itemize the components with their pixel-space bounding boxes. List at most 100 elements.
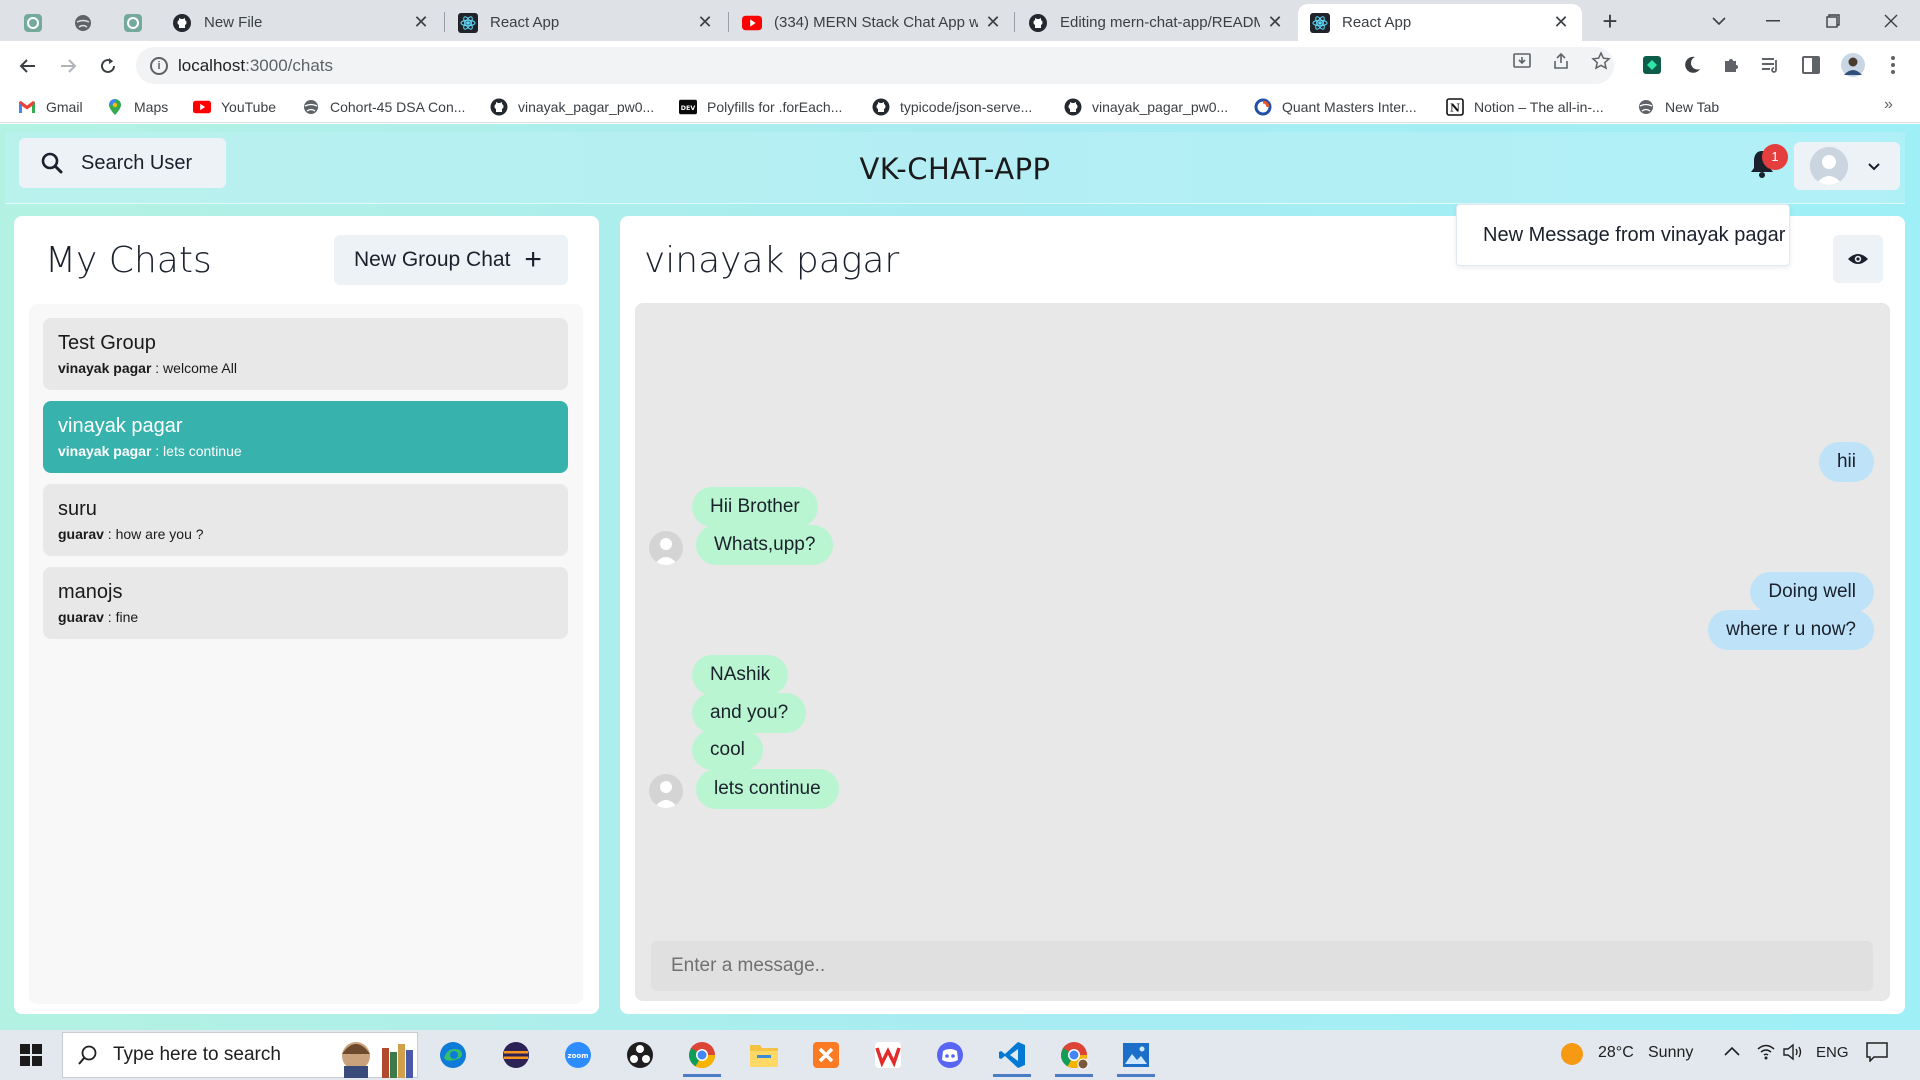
- bookmark-gmail[interactable]: Gmail: [18, 96, 83, 118]
- back-arrow-icon[interactable]: [12, 50, 44, 82]
- tab-pinned-globe[interactable]: [58, 4, 108, 41]
- close-icon[interactable]: ✕: [696, 12, 714, 33]
- search-highlight-image: [330, 1032, 418, 1078]
- tab-separator: [1014, 12, 1015, 32]
- vscode-icon[interactable]: [987, 1033, 1037, 1077]
- profile-avatar-icon[interactable]: [1840, 52, 1866, 78]
- youtube-icon: [742, 13, 762, 33]
- input-language[interactable]: ENG: [1816, 1044, 1849, 1061]
- tray-chevron-up-icon[interactable]: [1724, 1042, 1740, 1067]
- volume-icon[interactable]: [1782, 1042, 1804, 1067]
- chat-name: suru: [58, 498, 97, 520]
- kebab-menu-icon[interactable]: [1880, 52, 1906, 78]
- action-center-icon[interactable]: [1866, 1042, 1888, 1067]
- taskbar-search-placeholder: Type here to search: [113, 1044, 281, 1065]
- sender-avatar[interactable]: [649, 531, 683, 565]
- bookmark-vinayak-2[interactable]: vinayak_pagar_pw0...: [1064, 96, 1228, 118]
- side-panel-icon[interactable]: [1798, 52, 1824, 78]
- address-bar[interactable]: i localhost:3000/chats: [136, 47, 1614, 84]
- profile-menu-button[interactable]: [1794, 142, 1900, 190]
- tab-title: React App: [1342, 14, 1412, 31]
- install-app-icon[interactable]: [1511, 50, 1533, 72]
- message-bubble-incoming: cool: [692, 730, 763, 770]
- svg-text:DEV: DEV: [681, 105, 696, 112]
- site-info-icon[interactable]: i: [150, 56, 168, 75]
- weather-text[interactable]: Sunny: [1648, 1044, 1693, 1062]
- my-chats-panel: My Chats New Group Chat + Test Group vin…: [14, 216, 599, 1014]
- share-icon[interactable]: [1550, 50, 1572, 72]
- bookmark-new-tab[interactable]: New Tab: [1637, 96, 1719, 118]
- reading-list-icon[interactable]: [1758, 52, 1784, 78]
- tab-title: React App: [490, 14, 560, 31]
- dark-mode-moon-icon[interactable]: [1679, 52, 1705, 78]
- obs-icon[interactable]: [615, 1033, 665, 1077]
- file-explorer-icon[interactable]: [739, 1033, 789, 1077]
- windows-start-icon[interactable]: [8, 1037, 54, 1073]
- photos-icon[interactable]: [1111, 1033, 1161, 1077]
- bookmark-maps[interactable]: Maps: [106, 96, 168, 118]
- chrome-icon[interactable]: [677, 1033, 727, 1077]
- tab-title: New File: [204, 14, 263, 31]
- new-tab-button[interactable]: +: [1596, 8, 1624, 36]
- bookmark-vinayak-1[interactable]: vinayak_pagar_pw0...: [490, 96, 654, 118]
- bookmarks-overflow-icon[interactable]: »: [1884, 96, 1893, 114]
- bookmark-star-icon[interactable]: [1590, 50, 1612, 72]
- reload-icon[interactable]: [92, 50, 124, 82]
- url-host: localhost: [178, 55, 246, 75]
- xampp-icon[interactable]: [801, 1033, 851, 1077]
- zoom-icon[interactable]: zoom: [553, 1033, 603, 1077]
- bookmark-label: New Tab: [1665, 99, 1720, 115]
- globe-icon: [302, 98, 320, 116]
- latest-sender: guarav: [58, 609, 104, 625]
- close-icon[interactable]: ✕: [412, 12, 430, 33]
- bookmark-quant[interactable]: Quant Masters Inter...: [1254, 96, 1417, 118]
- latest-text: : lets continue: [151, 443, 242, 459]
- tab-pinned-chatgpt-2[interactable]: [108, 4, 158, 41]
- globe-icon: [1637, 98, 1655, 116]
- chrome-profile-icon[interactable]: [1049, 1033, 1099, 1077]
- restore-icon[interactable]: [1810, 4, 1856, 38]
- edge-icon[interactable]: [428, 1033, 478, 1077]
- bookmark-cohort[interactable]: Cohort-45 DSA Con...: [302, 96, 465, 118]
- close-icon[interactable]: ✕: [1552, 12, 1570, 33]
- bookmark-notion[interactable]: N Notion – The all-in-...: [1446, 96, 1604, 118]
- sender-avatar[interactable]: [649, 774, 683, 808]
- bookmark-label: vinayak_pagar_pw0...: [1092, 99, 1229, 115]
- bookmark-typicode[interactable]: typicode/json-serve...: [872, 96, 1032, 118]
- weather-sun-icon[interactable]: [1560, 1042, 1584, 1071]
- chat-list-item[interactable]: Test Group vinayak pagar : welcome All: [43, 318, 568, 390]
- search-icon: [78, 1045, 97, 1065]
- close-icon[interactable]: ✕: [984, 12, 1002, 33]
- close-icon[interactable]: ✕: [1266, 12, 1284, 33]
- extension-green-icon[interactable]: [1639, 52, 1665, 78]
- tab-pinned-chatgpt-1[interactable]: [8, 4, 58, 41]
- weather-temp[interactable]: 28°C: [1598, 1044, 1634, 1062]
- tab-new-file[interactable]: New File ✕: [160, 4, 442, 41]
- bookmark-youtube[interactable]: YouTube: [193, 96, 276, 118]
- extensions-puzzle-icon[interactable]: [1718, 52, 1744, 78]
- chat-list-item[interactable]: manojs guarav : fine: [43, 567, 568, 639]
- wps-icon[interactable]: [863, 1033, 913, 1077]
- wifi-icon[interactable]: [1756, 1042, 1776, 1067]
- bookmark-polyfills[interactable]: DEV Polyfills for .forEach...: [679, 96, 842, 118]
- discord-icon[interactable]: [925, 1033, 975, 1077]
- forward-arrow-icon[interactable]: [52, 50, 84, 82]
- tab-youtube[interactable]: (334) MERN Stack Chat App wi ✕: [730, 4, 1014, 41]
- tab-react-app-active[interactable]: React App ✕: [1298, 4, 1582, 41]
- window-close-icon[interactable]: [1868, 4, 1914, 38]
- chat-list-item-selected[interactable]: vinayak pagar vinayak pagar : lets conti…: [43, 401, 568, 473]
- tab-editing-readme[interactable]: Editing mern-chat-app/READM ✕: [1016, 4, 1296, 41]
- svg-text:N: N: [1450, 102, 1460, 115]
- notification-menu-item[interactable]: New Message from vinayak pagar: [1456, 204, 1790, 266]
- tab-react-app-1[interactable]: React App ✕: [446, 4, 726, 41]
- tab-search-chevron-icon[interactable]: [1696, 4, 1742, 38]
- eclipse-icon[interactable]: [491, 1033, 541, 1077]
- new-group-chat-button[interactable]: New Group Chat +: [334, 235, 568, 285]
- quant-icon: [1254, 98, 1272, 116]
- github-icon: [1064, 98, 1082, 116]
- bookmark-label: Maps: [134, 99, 169, 115]
- minimize-icon[interactable]: [1750, 4, 1796, 38]
- chat-list-item[interactable]: suru guarav : how are you ?: [43, 484, 568, 556]
- message-input[interactable]: [651, 941, 1873, 991]
- view-profile-button[interactable]: [1833, 235, 1883, 283]
